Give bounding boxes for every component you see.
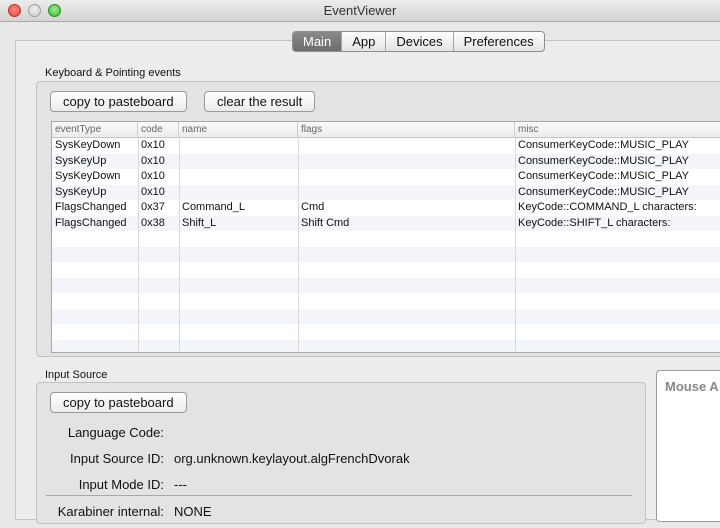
title-bar: EventViewer xyxy=(0,0,720,22)
cell-eventtype: FlagsChanged xyxy=(55,201,127,213)
cell-name: Command_L xyxy=(182,201,245,213)
keyboard-section-label: Keyboard & Pointing events xyxy=(45,67,181,79)
karabiner-internal-value: NONE xyxy=(174,504,212,519)
karabiner-internal-label: Karabiner internal: xyxy=(57,504,164,519)
cell-flags xyxy=(298,138,515,153)
cell-flags: Shift Cmd xyxy=(301,216,350,229)
cell-flags xyxy=(298,154,515,169)
cell-name xyxy=(179,138,298,153)
cell-name xyxy=(179,185,298,200)
cell-misc: ConsumerKeyCode::MUSIC_PLAY xyxy=(518,185,689,198)
cell-flags xyxy=(298,169,515,184)
cell-flags xyxy=(298,185,515,200)
copy-input-source-button[interactable]: copy to pasteboard xyxy=(50,392,187,413)
cell-eventtype: SysKeyUp xyxy=(55,154,107,167)
cell-eventtype: SysKeyDown xyxy=(55,170,121,182)
table-row-empty[interactable] xyxy=(52,339,720,352)
table-row[interactable]: FlagsChanged 0x38 Shift_L Shift Cmd KeyCode:… xyxy=(52,215,720,231)
language-code-label: Language Code: xyxy=(67,425,164,440)
mouse-area-title: Mouse A xyxy=(665,379,719,394)
column-header-eventtype[interactable]: eventType xyxy=(52,122,138,138)
copy-events-button[interactable]: copy to pasteboard xyxy=(50,91,187,112)
cell-eventtype: SysKeyUp xyxy=(55,185,107,198)
tab-preferences[interactable]: Preferences xyxy=(454,32,544,51)
cell-misc: KeyCode::COMMAND_L characters: xyxy=(518,201,697,213)
table-row-empty[interactable] xyxy=(52,293,720,308)
tab-bar: Main App Devices Preferences xyxy=(292,31,545,52)
table-row-empty[interactable] xyxy=(52,231,720,246)
cell-eventtype: FlagsChanged xyxy=(55,216,127,229)
input-mode-id-value: --- xyxy=(174,477,187,492)
column-divider xyxy=(138,138,139,352)
input-source-id-label: Input Source ID: xyxy=(70,451,164,466)
cell-code: 0x37 xyxy=(141,201,165,213)
window-title: EventViewer xyxy=(323,3,397,18)
table-row-empty[interactable] xyxy=(52,277,720,293)
table-row-empty[interactable] xyxy=(52,246,720,262)
cell-misc: ConsumerKeyCode::MUSIC_PLAY xyxy=(518,139,689,151)
column-header-code[interactable]: code xyxy=(138,122,179,138)
cell-misc: ConsumerKeyCode::MUSIC_PLAY xyxy=(518,154,689,167)
events-table: eventType code name flags misc SysKeyDow… xyxy=(51,121,720,353)
tab-app[interactable]: App xyxy=(342,32,387,51)
section-divider xyxy=(46,495,632,496)
table-row[interactable]: SysKeyDown 0x10 ConsumerKeyCode::MUSIC_PLA… xyxy=(52,138,720,153)
table-row[interactable]: SysKeyUp 0x10 ConsumerKeyCode::MUSIC_PLAY xyxy=(52,184,720,200)
column-header-flags[interactable]: flags xyxy=(298,122,515,138)
cell-misc: ConsumerKeyCode::MUSIC_PLAY xyxy=(518,170,689,182)
column-divider xyxy=(515,138,516,352)
tab-main[interactable]: Main xyxy=(293,32,343,51)
table-header: eventType code name flags misc xyxy=(52,122,720,138)
column-divider xyxy=(179,138,180,352)
cell-code: 0x10 xyxy=(141,139,165,151)
table-row-empty[interactable] xyxy=(52,262,720,277)
cell-eventtype: SysKeyDown xyxy=(55,139,121,151)
table-row-empty[interactable] xyxy=(52,324,720,339)
cell-code: 0x38 xyxy=(141,216,165,229)
cell-code: 0x10 xyxy=(141,170,165,182)
input-source-section-label: Input Source xyxy=(45,369,108,381)
cell-name: Shift_L xyxy=(182,216,217,229)
table-row[interactable]: FlagsChanged 0x37 Command_L Cmd KeyCode::COM… xyxy=(52,200,720,215)
clear-result-button[interactable]: clear the result xyxy=(204,91,316,112)
cell-code: 0x10 xyxy=(141,185,165,198)
cell-name xyxy=(179,154,298,169)
input-source-id-value: org.unknown.keylayout.algFrenchDvorak xyxy=(174,451,410,466)
tab-devices[interactable]: Devices xyxy=(386,32,454,51)
column-header-name[interactable]: name xyxy=(179,122,298,138)
cell-code: 0x10 xyxy=(141,154,165,167)
cell-flags: Cmd xyxy=(301,201,325,213)
input-mode-id-label: Input Mode ID: xyxy=(78,477,164,492)
cell-name xyxy=(179,169,298,184)
mouse-area[interactable]: Mouse A xyxy=(656,370,720,522)
table-row[interactable]: SysKeyDown 0x10 ConsumerKeyCode::MUSIC_PLA… xyxy=(52,169,720,184)
column-divider xyxy=(298,138,299,352)
cell-misc: KeyCode::SHIFT_L characters: xyxy=(518,216,671,229)
table-row-empty[interactable] xyxy=(52,308,720,324)
column-header-misc[interactable]: misc xyxy=(515,122,720,138)
table-row[interactable]: SysKeyUp 0x10 ConsumerKeyCode::MUSIC_PLAY xyxy=(52,153,720,169)
